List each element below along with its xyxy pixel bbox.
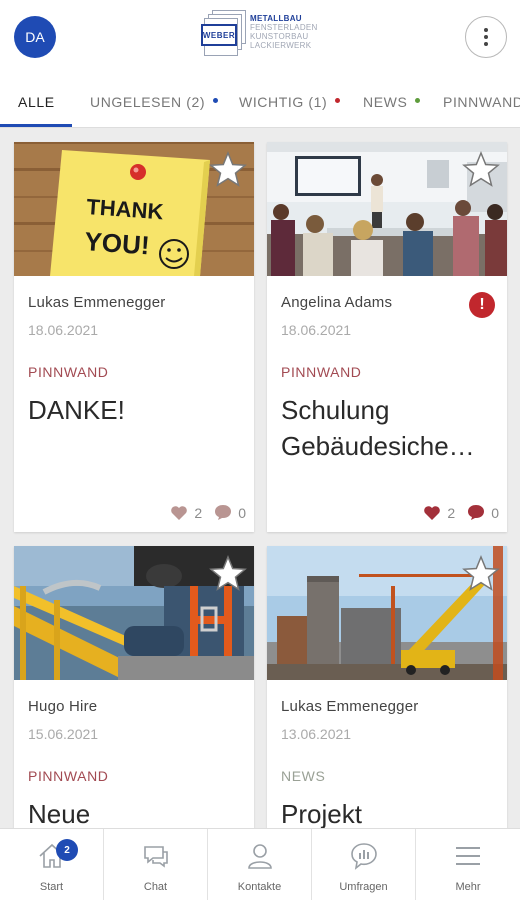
favorite-star-icon[interactable] [461,150,501,190]
nav-chat[interactable]: Chat [104,829,208,900]
nav-start[interactable]: 2 Start [0,829,104,900]
logo-mark: WEBER [200,10,248,58]
comment-icon[interactable] [467,504,485,521]
tab-news[interactable]: NEWS [363,76,421,127]
card-category: PINNWAND [28,364,109,380]
tab-pinnwand[interactable]: PINNWAND [443,76,520,127]
like-count: 2 [194,504,203,521]
bottom-navigation: 2 Start Chat Kontakte Umfragen Mehr [0,828,520,900]
company-logo: WEBER METALLBAU FENSTERLADEN KUNSTORBAU … [200,10,324,58]
heart-icon[interactable] [423,505,441,521]
nav-label: Start [39,881,64,893]
important-dot [335,97,341,103]
card-category: NEWS [281,768,326,784]
nav-kontakte[interactable]: Kontakte [208,829,312,900]
notification-badge: 2 [56,839,78,861]
kebab-icon-dot [484,28,488,32]
tab-wichtig[interactable]: WICHTIG (1) [239,76,341,127]
nav-label: Umfragen [339,881,388,893]
card-date: 18.06.2021 [28,322,99,338]
feed-card[interactable]: Angelina Adams ! 18.06.2021 PINNWAND Sch… [267,142,507,532]
feed-card[interactable]: Lukas Emmenegger 13.06.2021 NEWS Projekt [267,546,507,828]
filter-tabs: ALLE UNGELESEN (2) WICHTIG (1) NEWS PINN… [0,76,520,128]
card-date: 13.06.2021 [281,726,352,742]
card-author: Angelina Adams [281,294,393,311]
menu-icon [456,847,480,865]
card-reactions: 2 0 [170,504,246,521]
heart-icon[interactable] [170,505,188,521]
favorite-star-icon[interactable] [208,554,248,594]
card-category: PINNWAND [281,364,362,380]
nav-label: Chat [143,881,168,893]
card-author: Lukas Emmenegger [28,294,166,311]
feed-card[interactable]: Hugo Hire 15.06.2021 PINNWAND Neue [14,546,254,828]
kebab-icon-dot [484,35,488,39]
comment-icon[interactable] [214,504,232,521]
active-tab-indicator [0,124,72,127]
nav-umfragen[interactable]: Umfragen [312,829,416,900]
like-count: 2 [447,504,456,521]
contacts-icon [247,844,272,869]
card-author: Lukas Emmenegger [281,698,419,715]
favorite-star-icon[interactable] [461,554,501,594]
chat-icon [143,846,168,868]
favorite-star-icon[interactable] [208,150,248,190]
user-avatar[interactable]: DA [14,16,56,58]
feed-grid: THANK YOU! Lukas Emmenegger 18.06.2021 P… [0,128,520,828]
comment-count: 0 [491,504,499,521]
unread-dot [213,97,219,103]
logo-text: METALLBAU FENSTERLADEN KUNSTORBAU LACKIE… [250,14,318,50]
feed-card[interactable]: THANK YOU! Lukas Emmenegger 18.06.2021 P… [14,142,254,532]
nav-label: Mehr [455,881,481,893]
important-alert-icon: ! [469,292,495,318]
card-category: PINNWAND [28,768,109,784]
kebab-icon-dot [484,42,488,46]
card-title: Neue [28,799,91,828]
nav-label: Kontakte [237,881,282,893]
poll-icon [350,843,377,870]
card-date: 15.06.2021 [28,726,99,742]
tab-alle[interactable]: ALLE [18,76,55,127]
nav-mehr[interactable]: Mehr [416,829,520,900]
card-reactions: 2 0 [423,504,499,521]
logo-brand: WEBER [201,24,237,46]
comment-count: 0 [238,504,246,521]
card-title: Schulung Gebäudesiche… [281,395,475,461]
more-options-button[interactable] [465,16,507,58]
news-dot [415,97,421,103]
card-date: 18.06.2021 [281,322,352,338]
app-header: DA WEBER METALLBAU FENSTERLADEN KUNSTORB… [0,0,520,76]
svg-text:YOU!: YOU! [84,226,151,260]
card-title: Projekt [281,799,362,828]
card-author: Hugo Hire [28,698,98,715]
tab-ungelesen[interactable]: UNGELESEN (2) [90,76,219,127]
card-title: DANKE! [28,395,125,425]
